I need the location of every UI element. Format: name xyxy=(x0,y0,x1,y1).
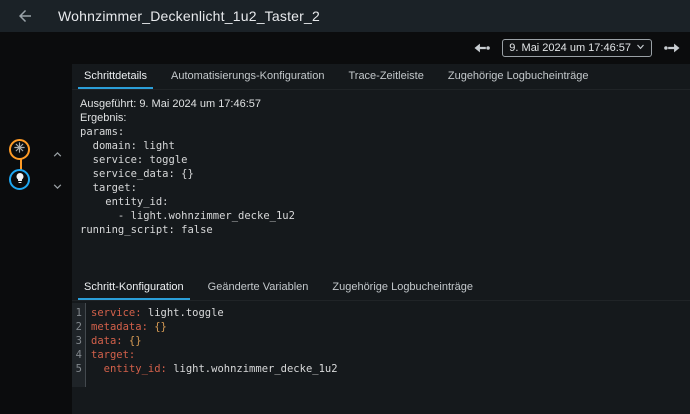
tab-automatisierungs-konfiguration[interactable]: Automatisierungs-Konfiguration xyxy=(165,70,330,89)
next-node-button[interactable] xyxy=(44,173,70,199)
trace-toolbar: 9. Mai 2024 um 17:46:57 xyxy=(0,32,690,64)
tab-trace-zeitleiste[interactable]: Trace-Zeitleiste xyxy=(342,70,429,89)
code-line: 3 data: {} xyxy=(72,334,690,348)
line-number: 5 xyxy=(72,362,86,376)
yaml-code-editor[interactable]: 1 service: light.toggle 2 metadata: {} 3… xyxy=(72,303,690,387)
tab-geaenderte-variablen[interactable]: Geänderte Variablen xyxy=(202,281,315,300)
page-title: Wohnzimmer_Deckenlicht_1u2_Taster_2 xyxy=(58,8,320,24)
ray-start-arrow-icon xyxy=(662,38,682,58)
chevron-down-icon xyxy=(50,179,65,194)
tab-bar-bottom: Schritt-Konfiguration Geänderte Variable… xyxy=(72,275,690,301)
tab-zugehoerige-logbucheintraege[interactable]: Zugehörige Logbucheinträge xyxy=(442,70,595,89)
result-label: Ergebnis: xyxy=(80,111,678,125)
executed-timestamp: Ausgeführt: 9. Mai 2024 um 17:46:57 xyxy=(80,97,678,111)
tab-schrittdetails[interactable]: Schrittdetails xyxy=(78,70,153,89)
line-number: 4 xyxy=(72,348,86,362)
code-line: 2 metadata: {} xyxy=(72,320,690,334)
chevron-up-icon xyxy=(50,147,65,162)
trace-node-trigger[interactable] xyxy=(9,139,30,160)
main-area: Schrittdetails Automatisierungs-Konfigur… xyxy=(0,64,690,414)
app-bar: Wohnzimmer_Deckenlicht_1u2_Taster_2 xyxy=(0,0,690,32)
asterisk-icon xyxy=(13,141,26,159)
chevron-down-icon xyxy=(636,42,645,54)
next-trace-button[interactable] xyxy=(659,35,685,61)
code-line: 5 entity_id: light.wohnzimmer_decke_1u2 xyxy=(72,362,690,376)
result-yaml-output: params: domain: light service: toggle se… xyxy=(80,125,678,237)
code-line: 4 target: xyxy=(72,348,690,362)
ray-end-arrow-icon xyxy=(472,38,492,58)
back-button[interactable] xyxy=(12,3,38,29)
lightbulb-icon xyxy=(14,171,26,189)
trace-content-pane: Schrittdetails Automatisierungs-Konfigur… xyxy=(72,64,690,414)
arrow-left-icon xyxy=(16,7,34,25)
editor-padding xyxy=(72,376,690,387)
code-line: 1 service: light.toggle xyxy=(72,306,690,320)
line-number: 2 xyxy=(72,320,86,334)
tab-schritt-konfiguration[interactable]: Schritt-Konfiguration xyxy=(78,281,190,300)
line-number: 3 xyxy=(72,334,86,348)
tab-bar-top: Schrittdetails Automatisierungs-Konfigur… xyxy=(72,64,690,90)
line-number: 1 xyxy=(72,306,86,320)
previous-trace-button[interactable] xyxy=(469,35,495,61)
step-details: Ausgeführt: 9. Mai 2024 um 17:46:57 Erge… xyxy=(72,90,690,237)
tab-zugehoerige-logbucheintraege-bottom[interactable]: Zugehörige Logbucheinträge xyxy=(326,281,479,300)
trace-graph xyxy=(0,64,72,414)
trace-date-value: 9. Mai 2024 um 17:46:57 xyxy=(509,42,631,54)
window: { "colors": { "accent": "#2b9fd9", "trig… xyxy=(0,0,690,414)
trace-node-action-selected[interactable] xyxy=(9,169,30,190)
trace-date-select[interactable]: 9. Mai 2024 um 17:46:57 xyxy=(502,39,652,57)
previous-node-button[interactable] xyxy=(44,141,70,167)
